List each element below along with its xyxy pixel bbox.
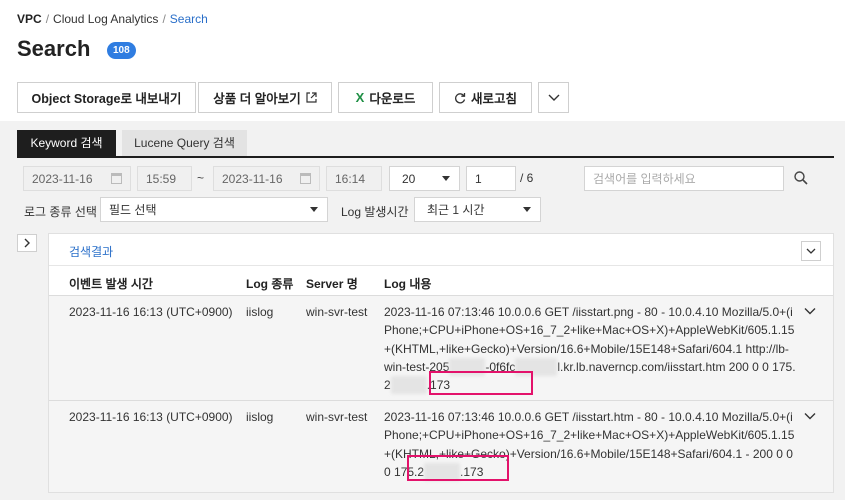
page-size-select[interactable]: 20 xyxy=(389,166,460,191)
tab-underline xyxy=(17,156,834,158)
column-header-log-content[interactable]: Log 내용 xyxy=(384,275,431,292)
log-type-label: 로그 종류 선택 xyxy=(24,205,97,219)
results-collapse-button[interactable] xyxy=(801,241,821,261)
export-object-storage-button[interactable]: Object Storage로 내보내기 xyxy=(17,82,196,113)
column-header-log-type[interactable]: Log 종류 xyxy=(246,275,293,292)
external-link-icon xyxy=(306,92,317,103)
cell-server-name: win-svr-test xyxy=(306,305,368,319)
chevron-down-icon xyxy=(806,248,816,254)
breadcrumb: VPC / Cloud Log Analytics / Search xyxy=(17,12,208,26)
tab-lucene-query-search[interactable]: Lucene Query 검색 xyxy=(122,130,247,157)
calendar-icon xyxy=(300,173,311,184)
chevron-right-icon xyxy=(24,238,30,248)
ip-highlight-box xyxy=(407,455,509,481)
page-number-input[interactable]: 1 xyxy=(466,166,516,191)
time-range-select[interactable]: 최근 1 시간 xyxy=(414,197,541,222)
column-header-event-time[interactable]: 이벤트 발생 시간 xyxy=(69,275,153,292)
end-time-field[interactable]: 16:14 xyxy=(326,166,382,191)
results-panel: 검색결과 이벤트 발생 시간 Log 종류 Server 명 Log 내용 20… xyxy=(48,233,834,493)
cell-log-type: iislog xyxy=(246,305,274,319)
search-icon[interactable] xyxy=(793,170,809,186)
cell-event-time: 2023-11-16 16:13 (UTC+0900) xyxy=(69,410,233,424)
total-pages: / 6 xyxy=(520,171,534,185)
cell-log-type: iislog xyxy=(246,410,274,424)
results-title: 검색결과 xyxy=(69,245,114,259)
page-title: Search xyxy=(17,36,91,61)
cell-server-name: win-svr-test xyxy=(306,410,368,424)
refresh-icon xyxy=(455,92,466,103)
page-header: VPC / Cloud Log Analytics / Search Search 10… xyxy=(0,0,845,121)
end-date-field[interactable]: 2023-11-16 xyxy=(213,166,320,191)
caret-down-icon xyxy=(442,176,450,181)
learn-more-button[interactable]: 상품 더 알아보기 xyxy=(198,82,332,113)
redacted-ip: xxxxxx xyxy=(390,376,427,395)
chevron-down-icon xyxy=(548,94,559,101)
start-time-field[interactable]: 15:59 xyxy=(137,166,192,191)
breadcrumb-vpc[interactable]: VPC xyxy=(17,12,42,26)
search-input[interactable]: 검색어를 입력하세요 xyxy=(584,166,784,191)
toolbar: Object Storage로 내보내기 상품 더 알아보기 X 다운로드 새로… xyxy=(0,82,845,113)
row-expand-chevron-icon[interactable] xyxy=(804,410,816,422)
breadcrumb-search[interactable]: Search xyxy=(170,12,208,26)
refresh-button[interactable]: 새로고침 xyxy=(439,82,532,113)
log-time-label: Log 발생시간 xyxy=(341,205,409,219)
result-count-badge: 108 xyxy=(107,42,136,59)
row-expand-chevron-icon[interactable] xyxy=(804,305,816,317)
caret-down-icon xyxy=(523,207,531,212)
breadcrumb-cloud-log-analytics[interactable]: Cloud Log Analytics xyxy=(53,12,158,26)
download-button[interactable]: X 다운로드 xyxy=(338,82,433,113)
ip-highlight-box xyxy=(429,371,533,395)
sidebar-expand-button[interactable] xyxy=(17,234,37,252)
caret-down-icon xyxy=(310,207,318,212)
cell-event-time: 2023-11-16 16:13 (UTC+0900) xyxy=(69,305,233,319)
more-options-button[interactable] xyxy=(538,82,569,113)
range-separator: ~ xyxy=(197,171,205,185)
excel-icon: X xyxy=(355,90,365,105)
column-header-server-name[interactable]: Server 명 xyxy=(306,275,358,292)
tab-keyword-search[interactable]: Keyword 검색 xyxy=(17,130,116,157)
field-select[interactable]: 필드 선택 xyxy=(100,197,328,222)
start-date-field[interactable]: 2023-11-16 xyxy=(23,166,131,191)
calendar-icon xyxy=(111,173,122,184)
